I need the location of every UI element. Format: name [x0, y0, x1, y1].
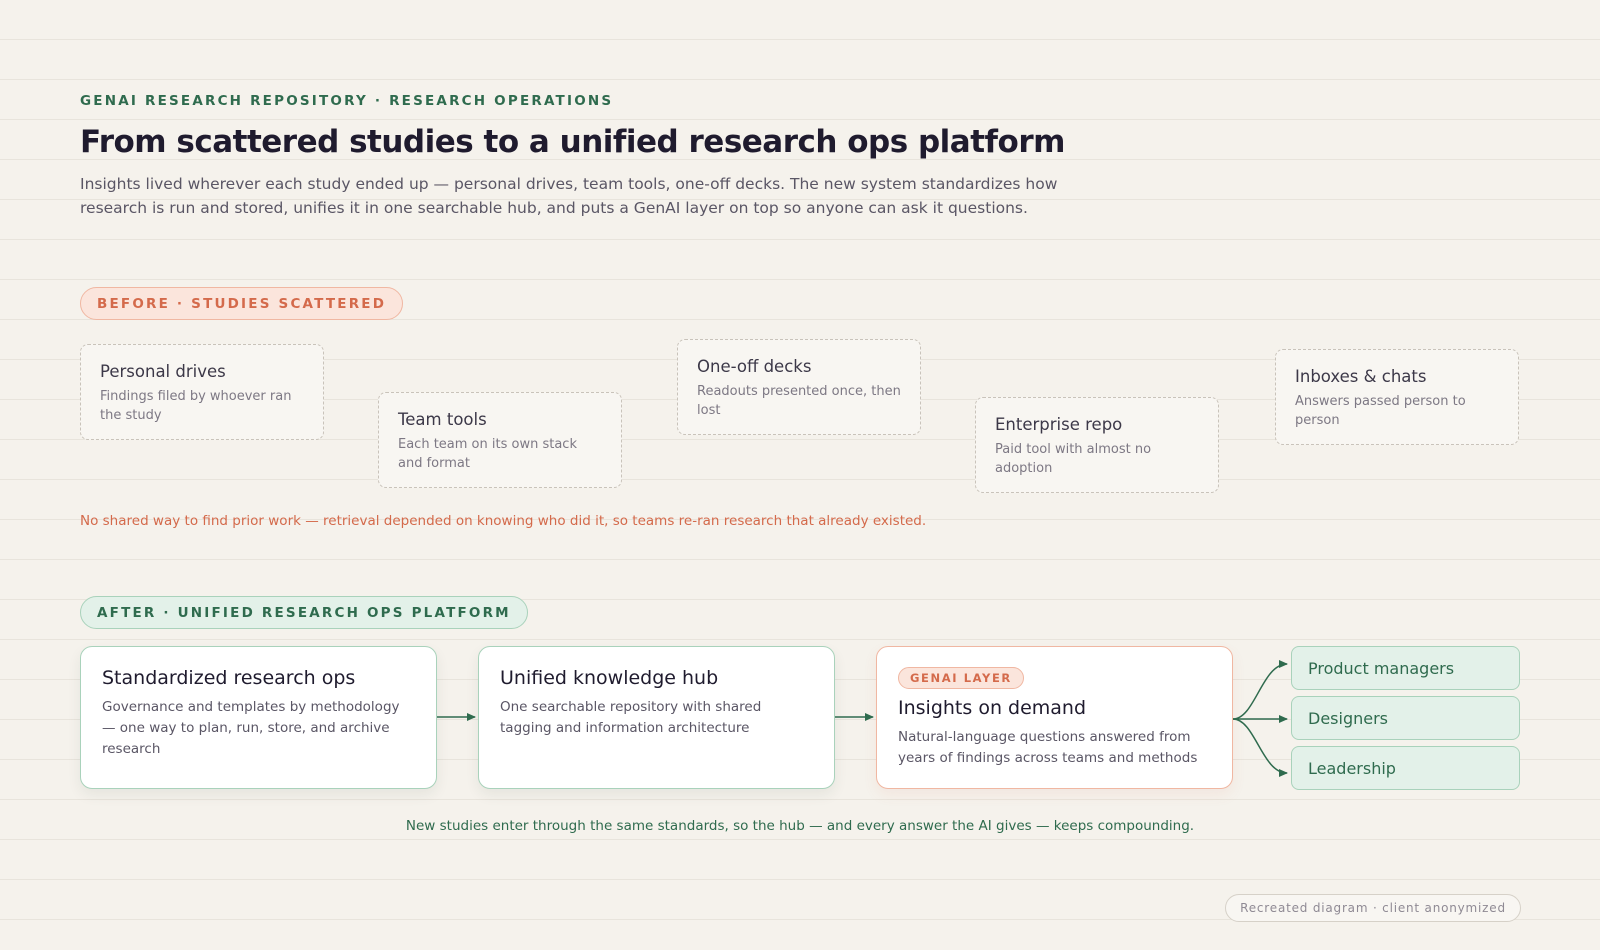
audience-leadership: Leadership [1291, 746, 1520, 790]
credit-badge: Recreated diagram · client anonymized [1225, 894, 1521, 922]
audience-designers: Designers [1291, 696, 1520, 740]
flow-connectors [437, 660, 1288, 777]
arrow-to-leadership [1232, 718, 1288, 777]
arrow-to-product-managers [1232, 660, 1288, 720]
compounding-footnote: New studies enter through the same stand… [405, 818, 1195, 834]
audience-product-managers: Product managers [1291, 646, 1520, 690]
